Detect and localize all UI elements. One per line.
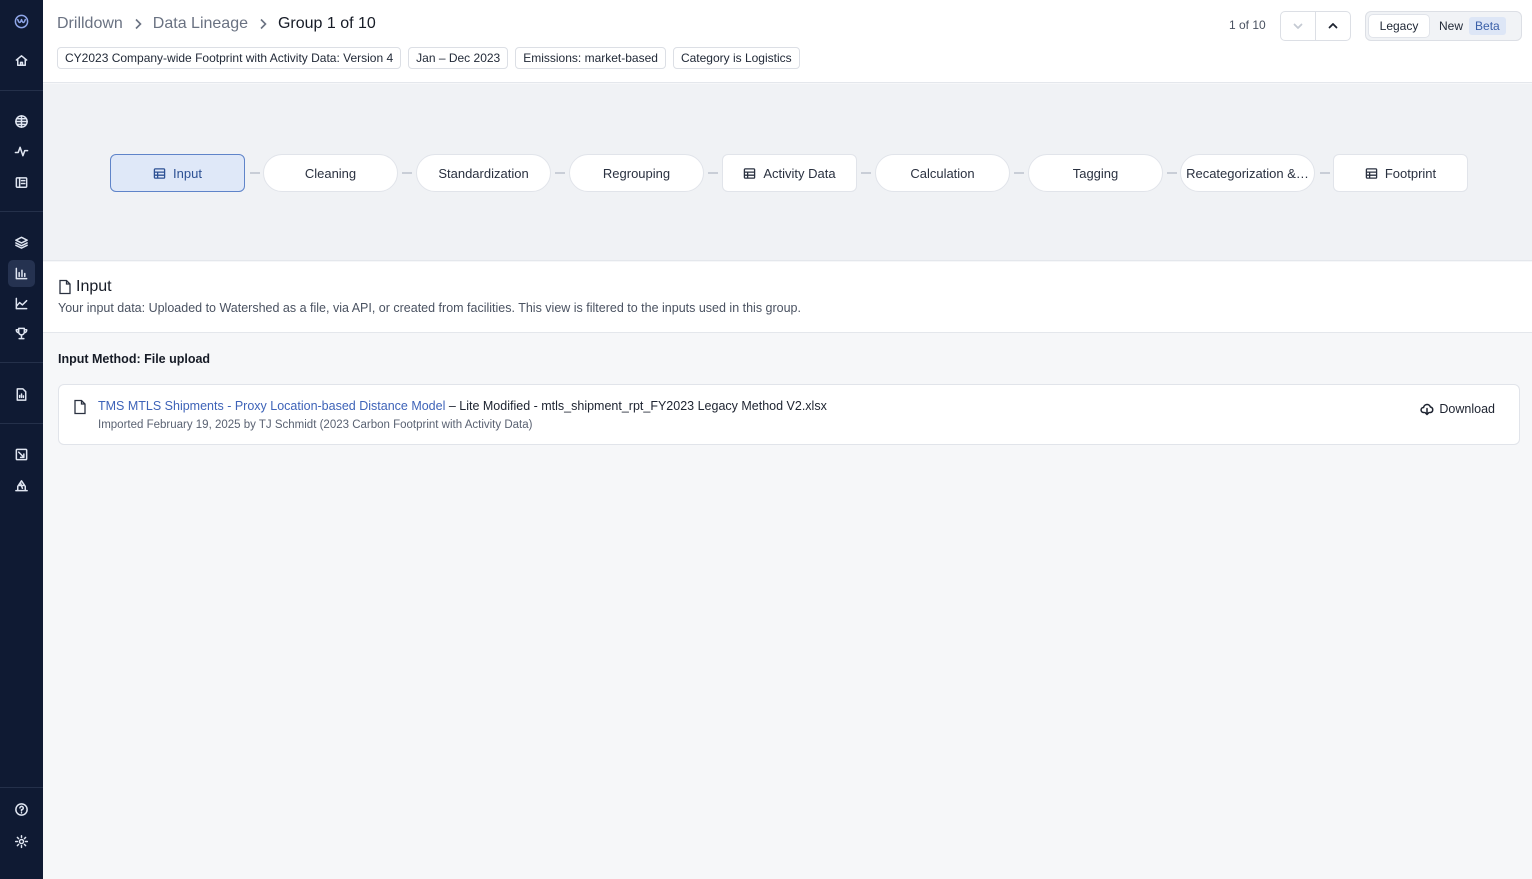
stage-tagging[interactable]: Tagging	[1028, 154, 1163, 192]
stage-label: Recategorization &…	[1186, 165, 1309, 181]
pager-count: 1 of 10	[1229, 18, 1266, 32]
download-button[interactable]: Download	[1420, 402, 1495, 416]
chevron-down-icon	[1293, 23, 1303, 29]
document-icon	[59, 279, 71, 295]
table-icon	[153, 167, 166, 179]
breadcrumb: Drilldown Data Lineage Group 1 of 10	[57, 15, 376, 33]
filter-chip-footprint[interactable]: CY2023 Company-wide Footprint with Activ…	[57, 47, 402, 69]
bar-chart-icon[interactable]	[8, 260, 35, 287]
stage-cleaning[interactable]: Cleaning	[263, 154, 398, 192]
stage-connector	[555, 172, 565, 174]
filter-chip-date-range[interactable]: Jan – Dec 2023	[408, 47, 509, 69]
home-icon[interactable]	[8, 47, 35, 74]
lineage-pipeline: Input Cleaning Standardization Regroupin…	[43, 84, 1532, 261]
new-toggle-option[interactable]: New Beta	[1429, 15, 1506, 37]
chevron-up-icon	[1328, 23, 1338, 29]
table-icon	[744, 167, 756, 179]
globe-grid-icon[interactable]	[8, 108, 35, 135]
table-icon	[1365, 167, 1378, 179]
stage-recategorization[interactable]: Recategorization &…	[1180, 154, 1315, 192]
stage-footprint[interactable]: Footprint	[1333, 154, 1468, 192]
filter-chip-emissions[interactable]: Emissions: market-based	[515, 47, 666, 69]
stage-label: Footprint	[1384, 165, 1437, 181]
chevron-right-icon	[258, 18, 268, 30]
file-title: TMS MTLS Shipments - Proxy Location-base…	[98, 399, 827, 413]
filter-chips: CY2023 Company-wide Footprint with Activ…	[57, 47, 800, 69]
section-description: Your input data: Uploaded to Watershed a…	[58, 301, 801, 315]
stage-label: Standardization	[438, 165, 529, 181]
stage-label: Activity Data	[763, 165, 836, 181]
watershed-logo-icon[interactable]	[8, 8, 35, 35]
stage-activity-data[interactable]: Activity Data	[722, 154, 857, 192]
version-toggle: Legacy New Beta	[1365, 11, 1522, 41]
section-title: Input	[58, 278, 112, 296]
stage-standardization[interactable]: Standardization	[416, 154, 551, 192]
next-group-button[interactable]	[1315, 12, 1350, 40]
stage-regrouping[interactable]: Regrouping	[569, 154, 704, 192]
sidebar-divider	[0, 211, 43, 212]
stage-connector	[250, 172, 260, 174]
help-icon[interactable]	[8, 796, 35, 823]
report-document-icon[interactable]	[8, 381, 35, 408]
activity-icon[interactable]	[8, 138, 35, 165]
stage-connector	[1014, 172, 1024, 174]
trophy-icon[interactable]	[8, 320, 35, 347]
chevron-right-icon	[133, 18, 143, 30]
stage-label: Tagging	[1072, 165, 1119, 181]
supplier-icon[interactable]	[8, 472, 35, 499]
download-label: Download	[1439, 402, 1495, 416]
stage-calculation[interactable]: Calculation	[875, 154, 1010, 192]
ledger-icon[interactable]	[8, 169, 35, 196]
stage-connector	[402, 172, 412, 174]
sidebar-divider	[0, 90, 43, 91]
pager-controls	[1280, 11, 1351, 41]
stage-input[interactable]: Input	[110, 154, 245, 192]
stage-label: Regrouping	[602, 165, 671, 181]
stage-connector	[1167, 172, 1177, 174]
file-icon	[73, 399, 87, 420]
file-meta: Imported February 19, 2025 by TJ Schmidt…	[98, 419, 533, 431]
section-title-text: Input	[76, 278, 112, 295]
sidebar-divider	[0, 362, 43, 363]
sidebar-divider	[0, 423, 43, 424]
stage-connector	[861, 172, 871, 174]
previous-group-button[interactable]	[1281, 12, 1315, 40]
breadcrumb-current: Group 1 of 10	[277, 15, 376, 32]
stage-label: Input	[173, 165, 202, 181]
trend-down-icon[interactable]	[8, 441, 35, 468]
breadcrumb-drilldown[interactable]: Drilldown	[57, 15, 123, 33]
stage-connector	[708, 172, 718, 174]
stage-label: Cleaning	[304, 165, 357, 181]
stage-connector	[1320, 172, 1330, 174]
filter-chip-category[interactable]: Category is Logistics	[672, 47, 800, 69]
layers-icon[interactable]	[8, 229, 35, 256]
stage-label: Calculation	[910, 165, 975, 181]
cloud-download-icon	[1420, 403, 1434, 416]
breadcrumb-data-lineage[interactable]: Data Lineage	[153, 15, 248, 33]
beta-badge: Beta	[1469, 17, 1506, 35]
settings-icon[interactable]	[8, 828, 35, 855]
file-card: TMS MTLS Shipments - Proxy Location-base…	[58, 384, 1520, 445]
legacy-toggle-option[interactable]: Legacy	[1369, 15, 1429, 37]
input-section-header: Input Your input data: Uploaded to Water…	[43, 262, 1532, 333]
input-method-label: Input Method: File upload	[58, 352, 211, 366]
sidebar-divider	[0, 787, 43, 788]
area-chart-icon[interactable]	[8, 290, 35, 317]
file-link[interactable]: TMS MTLS Shipments - Proxy Location-base…	[98, 399, 445, 413]
file-name: – Lite Modified - mtls_shipment_rpt_FY20…	[445, 399, 827, 413]
new-toggle-label: New	[1439, 19, 1464, 33]
sidebar	[0, 0, 43, 879]
page-header: Drilldown Data Lineage Group 1 of 10 CY2…	[43, 0, 1532, 83]
